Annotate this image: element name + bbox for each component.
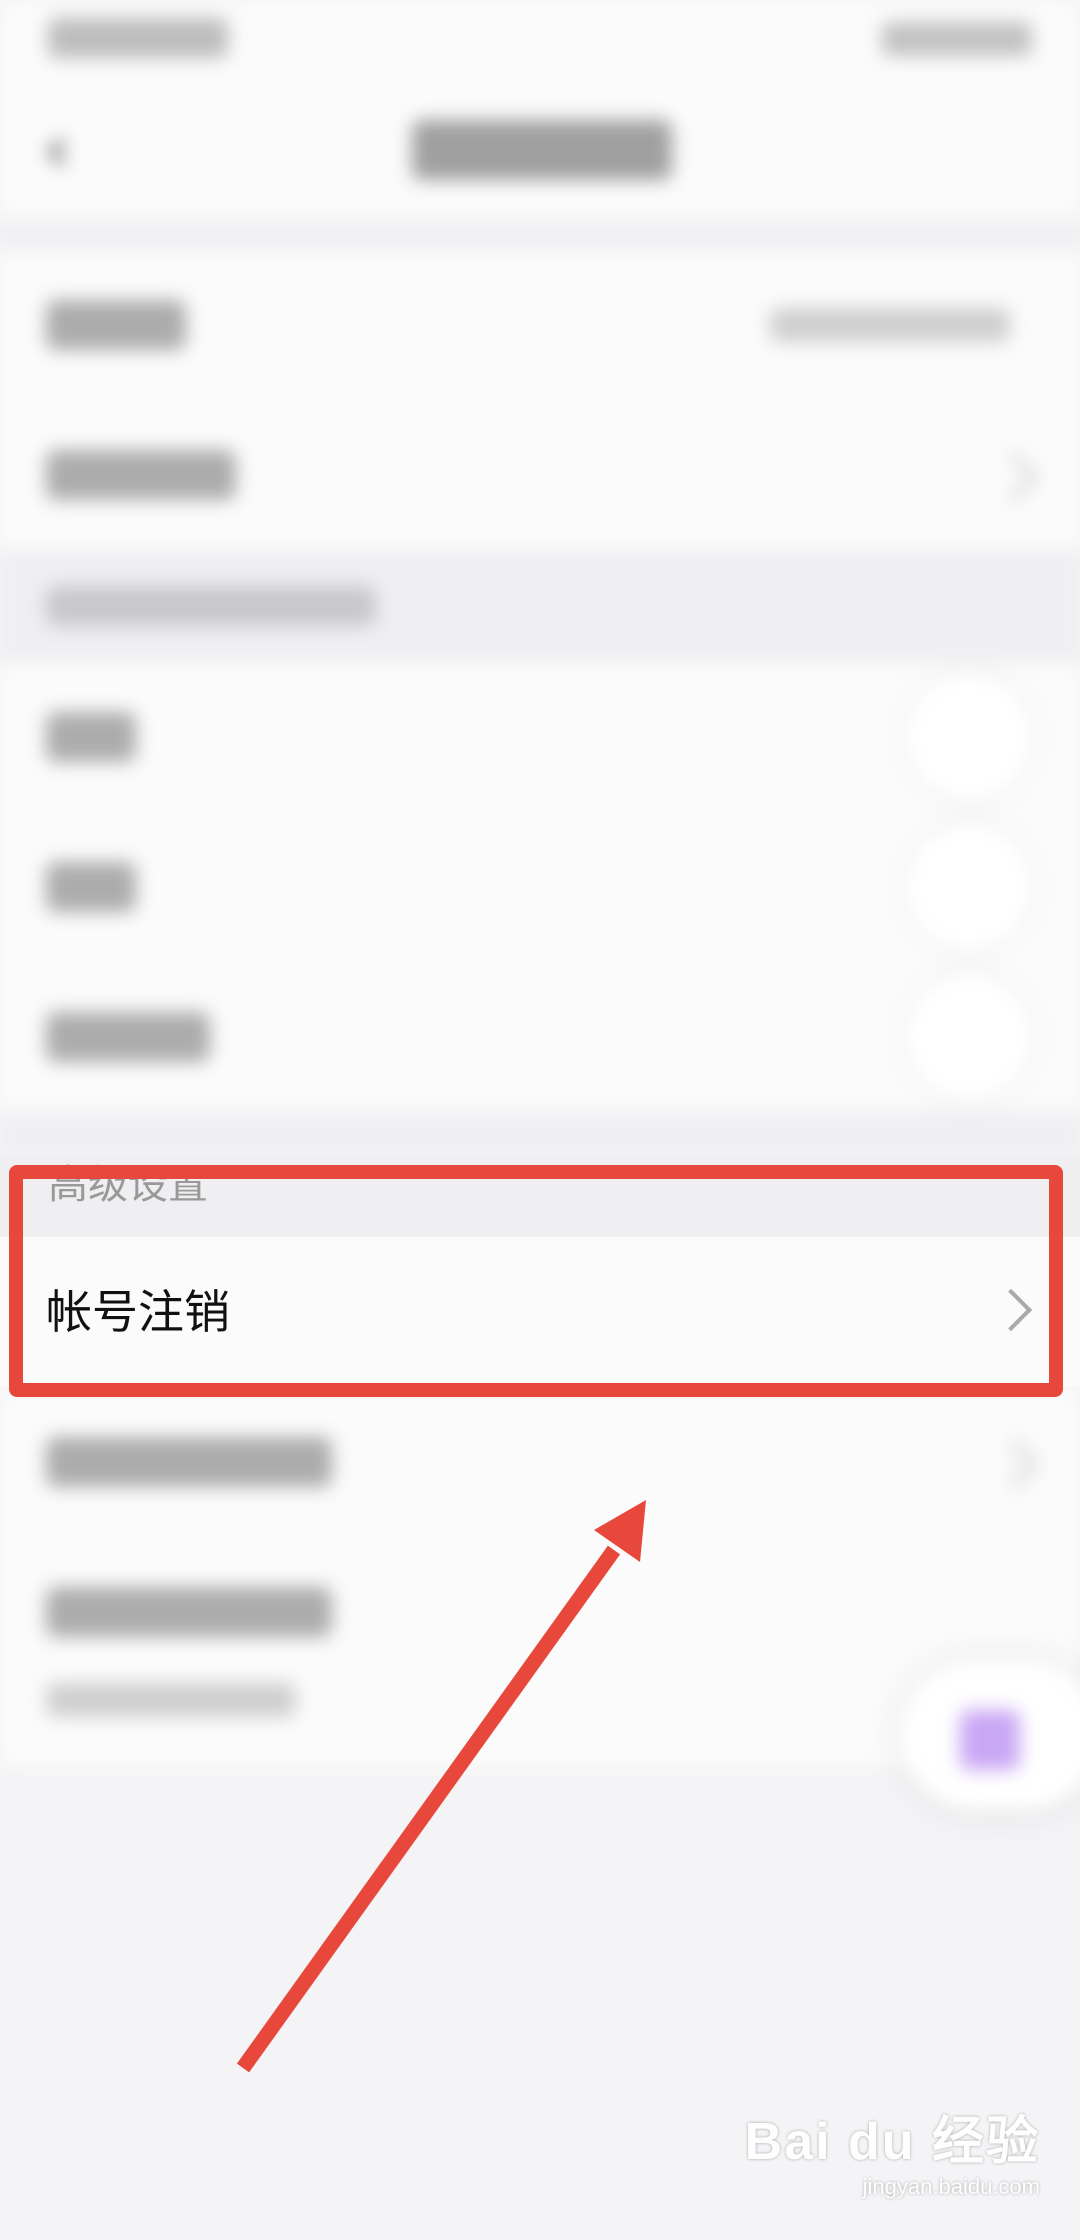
watermark-domain: jingyan.baidu.com [862, 2174, 1040, 2199]
watermark-brand: Bai du 经验 [744, 2113, 1040, 2171]
arrow-shaft [236, 1545, 621, 2073]
annotation-arrow [236, 1500, 646, 2073]
arrow-head [594, 1500, 646, 1562]
watermark: Bai du 经验 jingyan.baidu.com [745, 2099, 1040, 2200]
